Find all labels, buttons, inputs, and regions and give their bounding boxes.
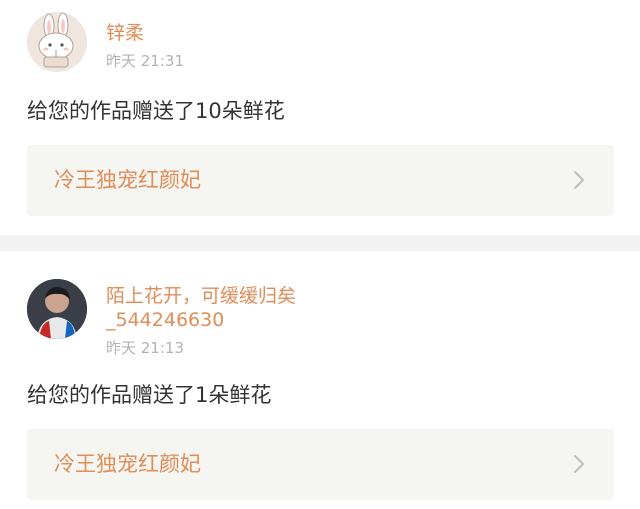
chevron-right-icon xyxy=(574,171,584,189)
person-avatar-icon xyxy=(27,279,87,339)
notification-card-1: 锌柔 昨天 21:31 给您的作品赠送了10朵鲜花 冷王独宠红颜妃 xyxy=(0,0,640,235)
sender-name[interactable]: 锌柔 xyxy=(106,21,144,45)
notification-card-2: 陌上花开，可缓缓归矣 _544246630 昨天 21:13 给您的作品赠送了1… xyxy=(0,251,640,509)
gift-message: 给您的作品赠送了10朵鲜花 xyxy=(27,99,285,123)
timestamp: 昨天 21:13 xyxy=(106,339,184,357)
section-divider xyxy=(0,235,640,251)
work-link[interactable]: 冷王独宠红颜妃 xyxy=(27,429,614,500)
work-title: 冷王独宠红颜妃 xyxy=(54,168,201,192)
avatar[interactable] xyxy=(27,279,87,339)
sender-name-line2[interactable]: _544246630 xyxy=(106,308,224,332)
avatar[interactable] xyxy=(27,12,87,72)
rabbit-avatar-icon xyxy=(27,12,87,72)
timestamp: 昨天 21:31 xyxy=(106,52,184,70)
work-title: 冷王独宠红颜妃 xyxy=(54,452,201,476)
work-link[interactable]: 冷王独宠红颜妃 xyxy=(27,145,614,216)
sender-name-line1[interactable]: 陌上花开，可缓缓归矣 xyxy=(106,284,296,308)
chevron-right-icon xyxy=(574,455,584,473)
gift-message: 给您的作品赠送了1朵鲜花 xyxy=(27,383,272,407)
